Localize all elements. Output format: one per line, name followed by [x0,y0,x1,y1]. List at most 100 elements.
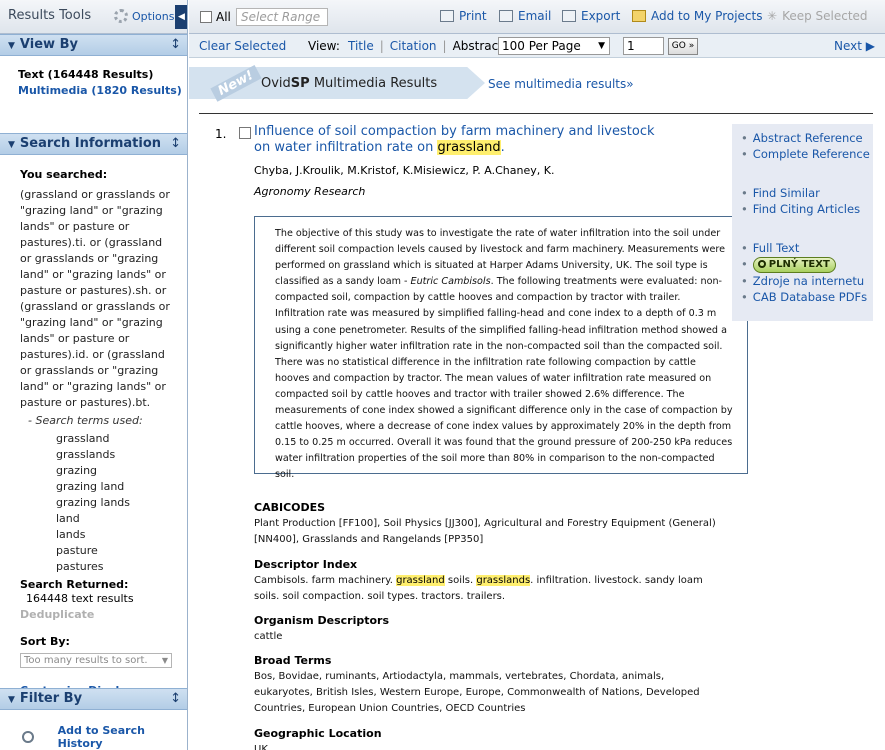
result-number: 1. [215,127,227,141]
search-term: grazing land [56,480,125,493]
page-number-input[interactable]: 1 [623,37,664,55]
envelope-icon [499,10,513,22]
sort-by-select[interactable]: Too many results to sort. ▼ [20,653,172,668]
cabicodes-value: Plant Production [FF100], Soil Physics [… [254,518,716,545]
search-terms-list: grassland grasslands grazing grazing lan… [20,431,175,575]
sort-by-value: Too many results to sort. [24,655,148,666]
add-to-search-history-row: Add to Search History [22,724,187,750]
select-all-checkbox[interactable] [200,11,212,23]
cab-database-pdfs-link[interactable]: CAB Database PDFs [741,289,873,305]
triangle-down-icon: ▼ [8,41,15,51]
view-label: View: [308,39,340,53]
geographic-location-field: Geographic Location UK [254,726,724,750]
export-icon [562,10,576,22]
options-button[interactable]: Options [114,9,174,23]
export-label: Export [581,9,621,23]
results-tools-sidebar: Results Tools Options ◀ ▼ View By ↕ Text … [0,0,188,750]
search-term: land [56,512,80,525]
broad-terms-label: Broad Terms [254,654,332,667]
zdroje-na-internetu-link[interactable]: Zdroje na internetu [741,273,873,289]
result-journal: Agronomy Research [254,185,366,198]
organism-descriptors-label: Organism Descriptors [254,614,390,627]
search-term: grazing [56,464,98,477]
search-term: grazing lands [56,496,131,509]
results-tools-header: Results Tools Options ◀ [0,0,187,34]
you-searched-label: You searched: [20,168,108,181]
deduplicate-link[interactable]: Deduplicate [20,607,175,623]
complete-reference-link[interactable]: Complete Reference [741,146,873,162]
per-page-select[interactable]: 100 Per Page ▼ [498,37,610,55]
print-button[interactable]: Print [440,9,487,23]
organism-descriptors-field: Organism Descriptors cattle [254,613,724,645]
search-term: pastures [56,560,104,573]
triangle-down-icon: ▼ [8,140,15,150]
results-toolbar: All Select Range Print Email Export Add … [189,0,885,34]
results-subbar: Clear Selected View: Title | Citation | Ab… [189,34,885,58]
result-abstract: The objective of this study was to inves… [254,216,748,480]
collapse-sidebar-button[interactable]: ◀ [175,5,187,29]
multimedia-results-link[interactable]: Multimedia (1820 Results) [18,83,187,99]
search-returned-value: 164448 text results [26,592,134,605]
email-label: Email [518,9,552,23]
add-to-my-projects-button[interactable]: Add to My Projects [632,9,763,23]
options-label: Options [132,9,175,23]
search-term: grassland [56,432,110,445]
resize-icon[interactable]: ↕ [170,689,181,709]
go-button[interactable]: GO » [668,38,698,55]
search-query-text: (grassland or grasslands or "grazing lan… [20,188,170,409]
email-button[interactable]: Email [499,9,551,23]
multimedia-title: OvidSP Multimedia Results [261,76,438,91]
view-citation-link[interactable]: Citation [390,39,443,53]
search-information-title: Search Information [19,136,162,151]
descriptor-index-value: Cambisols. farm machinery. grassland soi… [254,575,703,602]
keep-selected-label: Keep Selected [782,9,868,23]
view-by-title: View By [19,37,78,52]
view-options: Title | Citation | Abstract [348,39,509,53]
view-title-link[interactable]: Title [348,39,380,53]
see-multimedia-results-link[interactable]: See multimedia results» [488,77,634,91]
result-checkbox[interactable] [239,127,251,139]
folder-icon [632,10,646,22]
descriptor-index-label: Descriptor Index [254,558,358,571]
chevron-down-icon: ▼ [161,656,168,665]
search-term: pasture [56,544,98,557]
geographic-location-label: Geographic Location [254,727,382,740]
cabicodes-field: CABICODES Plant Production [FF100], Soil… [254,500,724,548]
export-button[interactable]: Export [562,9,620,23]
results-main: All Select Range Print Email Export Add … [189,0,885,750]
filter-by-title: Filter By [19,691,83,706]
search-information-header[interactable]: ▼ Search Information ↕ [0,133,187,155]
view-by-panel: Text (164448 Results) Multimedia (1820 R… [0,56,187,133]
find-similar-link[interactable]: Find Similar [741,185,873,201]
result-authors: Chyba, J.Kroulik, M.Kristof, K.Misiewicz… [254,164,555,177]
select-range-input[interactable]: Select Range [236,8,328,26]
clear-selected-link[interactable]: Clear Selected [199,39,286,53]
triangle-down-icon: ▼ [8,695,15,705]
add-to-search-history-link[interactable]: Add to Search History [58,724,187,750]
abstract-reference-link[interactable]: Abstract Reference [741,130,873,146]
broad-terms-value: Bos, Bovidae, ruminants, Artiodactyla, m… [254,671,700,714]
add-to-my-projects-label: Add to My Projects [651,9,763,23]
keep-selected-button[interactable]: ✳ Keep Selected [767,9,868,23]
next-page-link[interactable]: Next ▶ [834,39,875,53]
text-results-option: Text (164448 Results) [18,68,154,81]
filter-by-header[interactable]: ▼ Filter By ↕ [0,688,187,710]
search-returned-label: Search Returned: [20,578,129,591]
resize-icon[interactable]: ↕ [170,35,181,55]
search-icon [757,259,766,268]
per-page-value: 100 Per Page [502,39,581,53]
keep-icon: ✳ [767,9,778,23]
descriptor-index-field: Descriptor Index Cambisols. farm machine… [254,557,724,605]
cabicodes-label: CABICODES [254,501,326,514]
select-all-label: All [216,10,231,24]
full-text-link[interactable]: Full Text [741,240,873,256]
resize-icon[interactable]: ↕ [170,134,181,154]
result-title-link[interactable]: Influence of soil compaction by farm mac… [254,124,674,156]
plny-text-button[interactable]: PLNÝ TEXT [741,256,873,273]
search-term: lands [56,528,86,541]
view-by-header[interactable]: ▼ View By ↕ [0,34,187,56]
print-label: Print [459,9,487,23]
find-citing-articles-link[interactable]: Find Citing Articles [741,201,873,217]
divider [199,113,873,114]
sort-by-label: Sort By: [20,635,70,648]
